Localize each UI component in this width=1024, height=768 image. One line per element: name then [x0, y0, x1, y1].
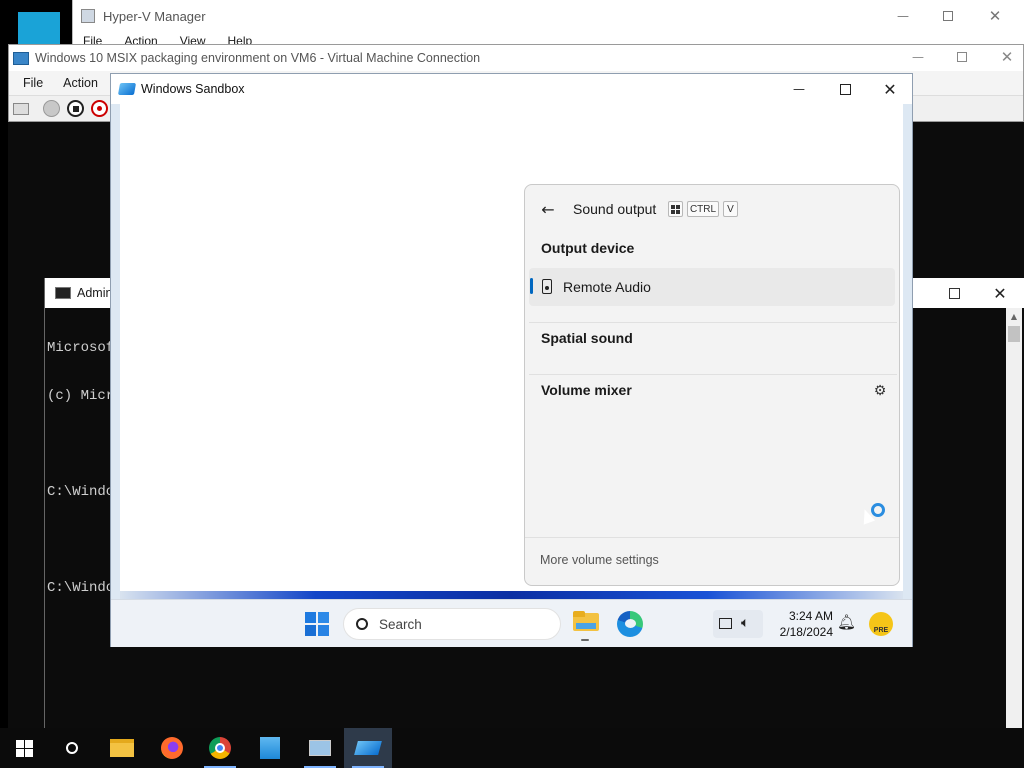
- cmd-app-icon: [55, 287, 71, 299]
- host-firefox-button[interactable]: [148, 728, 196, 768]
- cmd-line: [47, 436, 114, 452]
- section-divider: [529, 374, 897, 375]
- ctrl-alt-del-icon[interactable]: [13, 102, 29, 115]
- hyperv-close-button[interactable]: ✕: [977, 2, 1013, 30]
- host-taskbar: [0, 728, 1024, 768]
- hyperv-titlebar[interactable]: Hyper-V Manager: [73, 0, 1024, 32]
- host-hyperv-button[interactable]: [296, 728, 344, 768]
- running-indicator: [581, 639, 589, 641]
- sandbox-maximize-button[interactable]: [829, 76, 861, 102]
- speaker-icon-dot: [545, 286, 549, 290]
- vm-menu-action[interactable]: Action: [63, 76, 98, 90]
- windows-key-icon: [668, 201, 683, 217]
- notification-bell-icon[interactable]: 🔔︎: [837, 613, 856, 631]
- maximize-icon: [943, 11, 953, 21]
- host-chrome-button[interactable]: [196, 728, 244, 768]
- sound-output-flyout: ← Sound output CTRL V Output device Remo…: [524, 184, 900, 586]
- hyperv-minimize-button[interactable]: —: [887, 2, 919, 30]
- file-explorer-taskbar-button[interactable]: [573, 611, 599, 633]
- sandbox-minimize-button[interactable]: —: [783, 76, 815, 102]
- vm-connection-maximize-button[interactable]: [947, 45, 977, 69]
- sandbox-title: Windows Sandbox: [141, 82, 245, 96]
- shut-down-icon[interactable]: [91, 100, 108, 117]
- hyperv-title: Hyper-V Manager: [103, 8, 206, 24]
- windows-logo-icon: [305, 612, 316, 623]
- cmd-line: Microsof: [47, 340, 115, 356]
- maximize-icon: [957, 52, 967, 62]
- start-vm-icon[interactable]: [43, 100, 60, 117]
- loading-cursor-icon: [858, 503, 885, 529]
- scroll-up-arrow-icon[interactable]: ▲: [1006, 308, 1022, 324]
- sound-output-header: Sound output: [573, 201, 657, 217]
- taskbar-clock[interactable]: 3:24 AM 2/18/2024: [773, 608, 833, 640]
- turn-off-icon[interactable]: [67, 100, 84, 117]
- volume-mixer-heading: Volume mixer: [541, 382, 632, 398]
- cmd-close-button[interactable]: ✕: [985, 280, 1015, 306]
- host-sandbox-button[interactable]: [344, 728, 392, 768]
- host-start-button[interactable]: [0, 728, 48, 768]
- cmd-maximize-button[interactable]: [939, 280, 969, 306]
- cmd-line: (c) Micr: [47, 388, 115, 404]
- device-row-remote-audio[interactable]: Remote Audio: [529, 268, 895, 306]
- search-icon: [356, 618, 368, 630]
- edge-icon: [625, 619, 636, 628]
- footer-divider: [525, 537, 899, 538]
- more-volume-settings-link[interactable]: More volume settings: [540, 553, 659, 567]
- sandbox-close-button[interactable]: ✕: [873, 76, 907, 102]
- shortcut-key-ctrl: CTRL: [687, 201, 719, 217]
- vm-connection-close-button[interactable]: ✕: [991, 45, 1023, 69]
- hyperv-desktop-tile: [18, 12, 60, 46]
- cmd-line: C:\Windo: [47, 484, 115, 500]
- network-icon: [719, 618, 732, 629]
- start-button[interactable]: [305, 612, 329, 636]
- vm-connection-app-icon: [13, 51, 29, 65]
- firefox-icon: [161, 737, 183, 759]
- hyperv-app-icon: [81, 9, 95, 23]
- vm-connection-minimize-button[interactable]: —: [903, 45, 933, 69]
- output-device-heading: Output device: [541, 240, 635, 256]
- sandbox-wallpaper-strip: [120, 591, 903, 599]
- vm-menu-file[interactable]: File: [23, 76, 43, 90]
- search-icon: [66, 742, 78, 754]
- host-app-tiles-button[interactable]: [246, 728, 294, 768]
- cmd-scroll-thumb[interactable]: [1008, 326, 1020, 342]
- gear-icon[interactable]: ⚙︎: [872, 383, 888, 399]
- windows-logo-icon: [15, 739, 33, 757]
- cmd-title: Admin: [77, 286, 113, 300]
- maximize-icon: [948, 287, 960, 299]
- vm-connection-titlebar[interactable]: Windows 10 MSIX packaging environment on…: [9, 45, 1023, 71]
- hyperv-maximize-button[interactable]: [932, 2, 964, 30]
- system-tray-icons[interactable]: 🔈︎: [713, 610, 763, 638]
- search-placeholder: Search: [379, 616, 422, 632]
- spatial-sound-heading[interactable]: Spatial sound: [541, 330, 633, 346]
- folder-icon: [110, 739, 134, 757]
- cmd-output[interactable]: Microsof (c) Micr C:\Windo C:\Windo: [47, 308, 114, 628]
- hyperv-icon: [309, 740, 331, 756]
- maximize-icon: [839, 83, 851, 95]
- taskbar-search-box[interactable]: Search: [343, 608, 561, 640]
- section-divider: [529, 322, 897, 323]
- preview-badge-icon[interactable]: PRE: [869, 612, 893, 636]
- host-file-explorer-button[interactable]: [98, 728, 146, 768]
- app-building-icon: [260, 737, 280, 759]
- shortcut-key-v: V: [723, 201, 738, 217]
- sandbox-app-icon: [117, 83, 137, 95]
- device-name: Remote Audio: [563, 279, 651, 295]
- sandbox-taskbar: Search 🔈︎ 3:24 AM 2/18/2024 🔔︎ PRE: [111, 599, 912, 647]
- cmd-line: C:\Windo: [47, 580, 115, 596]
- back-arrow-icon[interactable]: ←: [537, 199, 559, 219]
- edge-taskbar-button[interactable]: [617, 611, 643, 637]
- sandbox-icon: [354, 741, 382, 755]
- host-search-button[interactable]: [48, 728, 96, 768]
- clock-time: 3:24 AM: [788, 609, 833, 623]
- cmd-line: [47, 532, 114, 548]
- cmd-scrollbar[interactable]: ▲: [1006, 308, 1022, 728]
- hyperv-manager-window: Hyper-V Manager — ✕ File Action View Hel…: [72, 0, 1024, 48]
- clock-date: 2/18/2024: [779, 625, 833, 639]
- chrome-icon: [209, 737, 231, 759]
- volume-icon: 🔈︎: [741, 615, 750, 631]
- vm-connection-title: Windows 10 MSIX packaging environment on…: [35, 51, 481, 65]
- selected-indicator: [530, 278, 533, 294]
